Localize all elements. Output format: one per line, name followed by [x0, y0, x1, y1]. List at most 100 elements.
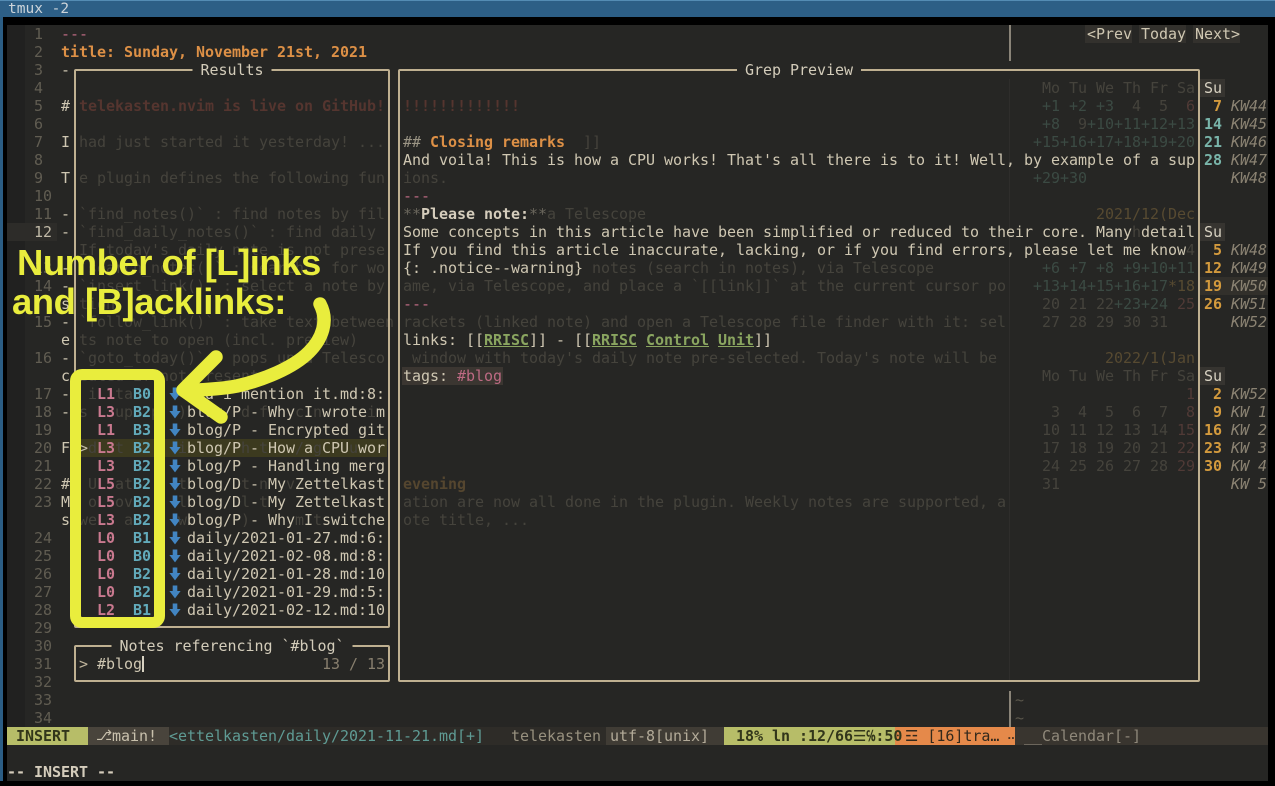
text-segment: 18: [34, 403, 52, 421]
text-segment: 22: [34, 475, 52, 493]
text-segment: 28: [1204, 151, 1222, 169]
grep-preview-window-title: Grep Preview: [737, 61, 861, 79]
text-segment: 7: [34, 133, 43, 151]
prompt-window-title: Notes referencing `#blog`: [112, 637, 353, 655]
text-segment: KW50: [1231, 277, 1267, 295]
window-left-border: [0, 17, 3, 781]
text-segment: 1: [34, 25, 43, 43]
text-segment: T: [61, 169, 70, 187]
calendar-buffer-label: __Calendar[-]: [1024, 727, 1141, 745]
window-title: tmux -2: [8, 1, 69, 17]
text-segment: -- INSERT --: [7, 763, 115, 781]
text-segment: KW48: [1231, 241, 1267, 259]
text-segment: 23: [34, 493, 52, 511]
text-segment: 16: [34, 349, 52, 367]
text-segment: 9: [34, 169, 43, 187]
text-segment: KW 5: [1231, 475, 1267, 493]
text-segment: KW52: [1231, 313, 1267, 331]
text-segment: 34: [34, 709, 52, 727]
text-segment: 11: [34, 205, 52, 223]
file-path: <ettelkasten/daily/2021-11-21.md[+]: [169, 727, 484, 745]
text-segment: 29: [34, 619, 52, 637]
text-segment: KW 1: [1231, 403, 1267, 421]
text-segment: 5: [1213, 241, 1222, 259]
text-segment: #: [61, 97, 70, 115]
results-window-title: Results: [193, 61, 272, 79]
text-segment: 27: [34, 583, 52, 601]
terminal-row-37: 33~: [7, 691, 1268, 709]
text-segment: -: [61, 385, 70, 403]
text-segment: KW52: [1231, 385, 1267, 403]
terminal-screen[interactable]: 1---<PrevTodayNext>2title: Sunday, Novem…: [7, 25, 1268, 781]
text-segment: F: [61, 439, 70, 457]
text-segment: KW 4: [1231, 457, 1267, 475]
text-segment: KW44: [1231, 97, 1267, 115]
annotation-line2: and [B]acklinks:: [12, 282, 321, 321]
text-segment: KW45: [1231, 115, 1267, 133]
text-segment: 33: [34, 691, 52, 709]
text-segment: 7: [1213, 97, 1222, 115]
text-segment: 9: [1213, 403, 1222, 421]
text-segment: 25: [34, 547, 52, 565]
text-segment: 30: [34, 637, 52, 655]
text-segment: 5: [34, 97, 43, 115]
text-segment: 8: [34, 151, 43, 169]
plugin-label: telekasten: [511, 727, 601, 745]
text-segment: 2: [1213, 385, 1222, 403]
text-segment: ---: [61, 25, 88, 43]
terminal-row-0: 1 --- <Prev Today Next>: [7, 25, 1268, 43]
text-segment: I: [61, 133, 70, 151]
text-segment: -: [61, 349, 70, 367]
text-segment: title: Sunday, November 21st, 2021: [61, 43, 367, 61]
text-segment: M: [61, 493, 70, 511]
text-segment: 14: [1204, 115, 1222, 133]
text-segment: KW 2: [1231, 421, 1267, 439]
git-branch-icon: ⎇: [96, 727, 112, 745]
text-segment: Su: [1204, 367, 1222, 385]
text-segment: e: [61, 331, 70, 349]
text-segment: #: [61, 475, 70, 493]
calendar-next-button[interactable]: Next>: [1195, 25, 1240, 43]
text-segment: ~: [1015, 709, 1024, 727]
text-segment: -: [61, 61, 70, 79]
annotation-highlight-box: [70, 369, 165, 628]
text-segment: KW 3: [1231, 439, 1267, 457]
annotation-line1: Number of [L]inks: [17, 243, 321, 282]
git-branch-label: main!: [112, 727, 157, 745]
text-segment: KW46: [1231, 133, 1267, 151]
text-segment: KW51: [1231, 295, 1267, 313]
text-segment: 31: [34, 655, 52, 673]
text-segment: s: [61, 511, 70, 529]
position-info: 18% ln :12/66☰℅:50: [736, 727, 902, 745]
text-segment: 19: [1204, 277, 1222, 295]
text-segment: c: [61, 367, 70, 385]
text-segment: -: [61, 403, 70, 421]
text-segment: Su: [1204, 223, 1222, 241]
screenshot-root: tmux -2 1---<PrevTodayNext>2title: Sunda…: [0, 0, 1275, 786]
text-segment: 16: [1204, 421, 1222, 439]
grep-preview-window: Grep Preview: [398, 69, 1200, 682]
text-segment: 20: [34, 439, 52, 457]
tmux-titlebar[interactable]: tmux -2: [0, 0, 1275, 17]
calendar-today-button[interactable]: Today: [1141, 25, 1186, 43]
text-segment: Su: [1204, 79, 1222, 97]
text-segment: 21: [34, 457, 52, 475]
text-segment: 30: [1204, 457, 1222, 475]
encoding-label: utf-8[unix]: [610, 727, 709, 745]
text-segment: KW49: [1231, 259, 1267, 277]
prompt-window: Notes referencing `#blog`: [74, 645, 390, 682]
whitespace-warning: ☲ [16]tra…: [905, 727, 999, 745]
text-segment: 2: [34, 43, 43, 61]
text-segment: 24: [34, 529, 52, 547]
text-segment: 21: [1204, 133, 1222, 151]
text-segment: KW47: [1231, 151, 1267, 169]
text-segment: -: [61, 205, 70, 223]
calendar-prev-button[interactable]: <Prev: [1087, 25, 1132, 43]
text-segment: 28: [34, 601, 52, 619]
text-segment: 19: [34, 421, 52, 439]
text-segment: 26: [34, 565, 52, 583]
text-segment: 32: [34, 673, 52, 691]
text-segment: 12: [34, 223, 52, 241]
terminal-row-1: 2 title: Sunday, November 21st, 2021: [7, 43, 1268, 61]
text-segment: KW48: [1231, 169, 1267, 187]
